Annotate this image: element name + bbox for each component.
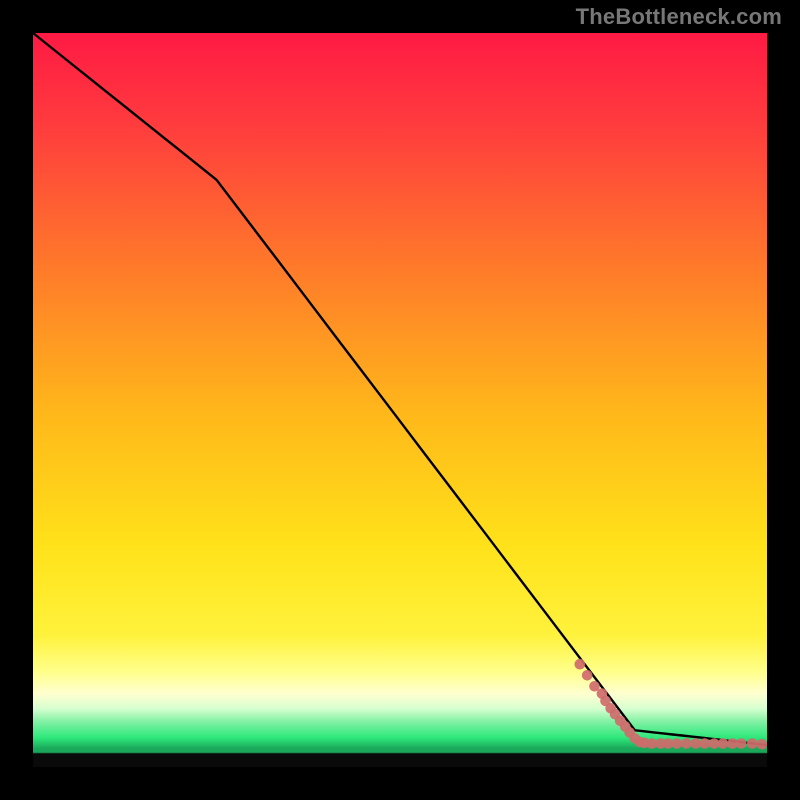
data-point — [736, 738, 747, 749]
data-point — [699, 738, 710, 749]
data-point — [718, 738, 729, 749]
data-point — [757, 739, 767, 750]
data-point — [575, 659, 586, 670]
data-point — [747, 738, 758, 749]
data-point — [671, 738, 682, 749]
data-point — [582, 670, 593, 681]
data-point — [681, 738, 692, 749]
chart-frame: TheBottleneck.com — [0, 0, 800, 800]
plot-svg — [33, 33, 767, 767]
watermark-text: TheBottleneck.com — [576, 4, 782, 30]
gradient-background — [33, 33, 767, 767]
plot-area — [33, 33, 767, 767]
